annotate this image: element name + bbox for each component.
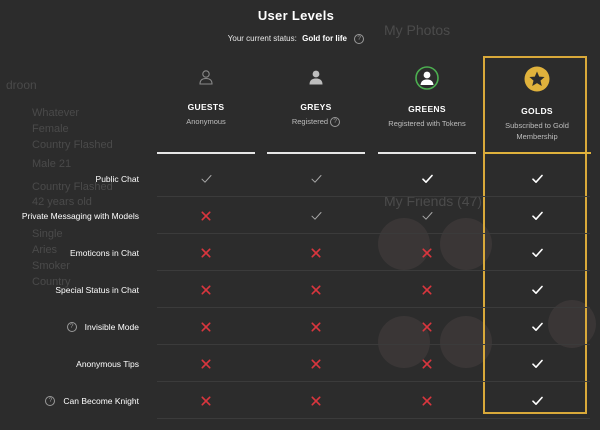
- cross-icon: [196, 308, 216, 345]
- check-icon: [527, 308, 547, 345]
- feature-row: ? Invisible Mode: [0, 308, 600, 345]
- feature-label-text: Anonymous Tips: [76, 358, 139, 369]
- check-icon: [306, 160, 326, 197]
- check-icon: [527, 382, 547, 419]
- column-name: GREYS: [300, 102, 332, 112]
- column-greens: GREENS Registered with Tokens: [377, 66, 477, 129]
- feature-row: Emoticons in Chat: [0, 234, 600, 271]
- greys-help-icon[interactable]: ?: [330, 117, 341, 128]
- column-name: GREENS: [408, 104, 446, 114]
- user-outline-icon: [195, 66, 217, 88]
- feature-label: ? Invisible Mode: [66, 308, 139, 345]
- row-divider: [157, 418, 590, 419]
- feature-label-text: Public Chat: [95, 173, 139, 184]
- status-help-icon[interactable]: ?: [354, 34, 365, 44]
- cross-icon: [306, 271, 326, 308]
- feature-label: Emoticons in Chat: [70, 234, 139, 271]
- check-icon: [527, 234, 547, 271]
- check-icon: [417, 197, 437, 234]
- cross-icon: [196, 382, 216, 419]
- feature-label-text: Invisible Mode: [84, 321, 139, 332]
- column-guests: GUESTS Anonymous: [156, 66, 256, 127]
- column-subtitle: Registered with Tokens: [388, 119, 466, 128]
- feature-label: ? Can Become Knight: [45, 382, 139, 419]
- column-underline: [157, 152, 255, 154]
- column-subtitle: Registered ?: [266, 116, 366, 128]
- check-icon: [417, 160, 437, 197]
- cross-icon: [417, 382, 437, 419]
- column-underline: [378, 152, 476, 154]
- feature-row: Anonymous Tips: [0, 345, 600, 382]
- cross-icon: [417, 308, 437, 345]
- feature-label: Private Messaging with Models: [22, 197, 139, 234]
- cross-icon: [306, 382, 326, 419]
- column-name: GOLDS: [521, 106, 553, 116]
- current-status: Your current status: Gold for life ?: [0, 34, 592, 44]
- column-underline: [267, 152, 365, 154]
- feature-label: Public Chat: [96, 160, 139, 197]
- feature-row: Special Status in Chat: [0, 271, 600, 308]
- modal-title: User Levels: [257, 8, 335, 23]
- check-icon: [527, 271, 547, 308]
- cross-icon: [196, 345, 216, 382]
- cross-icon: [306, 234, 326, 271]
- cross-icon: [306, 345, 326, 382]
- cross-icon: [196, 197, 216, 234]
- status-label: Your current status:: [227, 34, 297, 44]
- feature-label-text: Can Become Knight: [63, 395, 139, 406]
- feature-label-text: Private Messaging with Models: [21, 210, 139, 221]
- cross-icon: [417, 234, 437, 271]
- feature-help-icon[interactable]: ?: [66, 321, 77, 332]
- column-golds: GOLDS Subscribed to Gold Membership: [487, 66, 587, 142]
- cross-icon: [196, 234, 216, 271]
- column-greys: GREYS Registered ?: [266, 66, 366, 128]
- user-filled-icon: [305, 66, 327, 88]
- check-icon: [527, 160, 547, 197]
- cross-icon: [196, 271, 216, 308]
- feature-label: Anonymous Tips: [76, 345, 139, 382]
- status-value: Gold for life: [302, 34, 347, 44]
- check-icon: [527, 197, 547, 234]
- cross-icon: [417, 345, 437, 382]
- feature-row: ? Can Become Knight: [0, 382, 600, 419]
- feature-help-icon[interactable]: ?: [45, 395, 56, 406]
- column-subtitle: Subscribed to Gold Membership: [505, 121, 569, 141]
- user-levels-modal: User Levels Your current status: Gold fo…: [0, 0, 600, 430]
- check-icon: [196, 160, 216, 197]
- column-name: GUESTS: [187, 102, 225, 112]
- check-icon: [306, 197, 326, 234]
- cross-icon: [306, 308, 326, 345]
- column-subtitle: Anonymous: [186, 117, 226, 126]
- feature-label-text: Special Status in Chat: [55, 284, 139, 295]
- feature-row: Public Chat: [0, 160, 600, 197]
- cross-icon: [417, 271, 437, 308]
- feature-label: Special Status in Chat: [55, 271, 139, 308]
- star-icon: [524, 66, 550, 92]
- user-circle-icon: [415, 66, 439, 90]
- check-icon: [527, 345, 547, 382]
- feature-row: Private Messaging with Models: [0, 197, 600, 234]
- feature-label-text: Emoticons in Chat: [70, 247, 139, 258]
- column-underline-golds: [485, 152, 591, 154]
